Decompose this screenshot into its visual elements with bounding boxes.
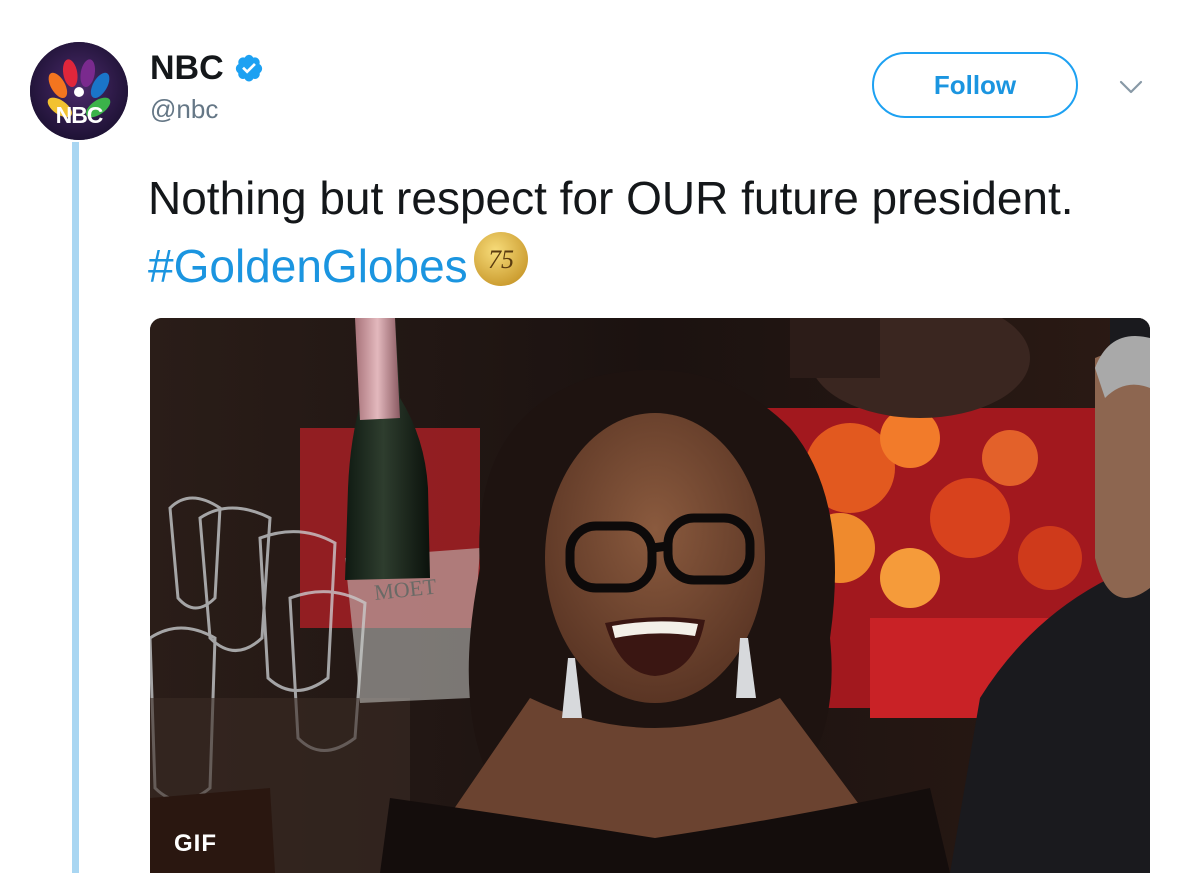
gif-media[interactable]: MOET [150,318,1150,873]
chevron-down-icon[interactable] [1118,78,1144,96]
tweet-text: Nothing but respect for OUR future presi… [148,166,1108,298]
avatar-label: NBC [55,102,104,128]
gif-badge: GIF [174,830,217,857]
hashtag-link[interactable]: #GoldenGlobes [148,240,468,292]
user-handle[interactable]: @nbc [150,93,218,125]
follow-button[interactable]: Follow [872,52,1078,118]
gif-frame: MOET [150,318,1150,873]
thread-line [72,142,79,873]
avatar[interactable]: NBC [30,42,128,140]
tweet-card: NBC NBC @nbc Follow Nothing but respect … [0,0,1200,873]
hashflag-label: 75 [488,245,514,274]
tweet-body: Nothing but respect for OUR future presi… [148,172,1074,224]
golden-globes-hashflag-icon: 75 [473,232,528,286]
verified-badge-icon [235,54,263,82]
display-name[interactable]: NBC [150,48,224,88]
